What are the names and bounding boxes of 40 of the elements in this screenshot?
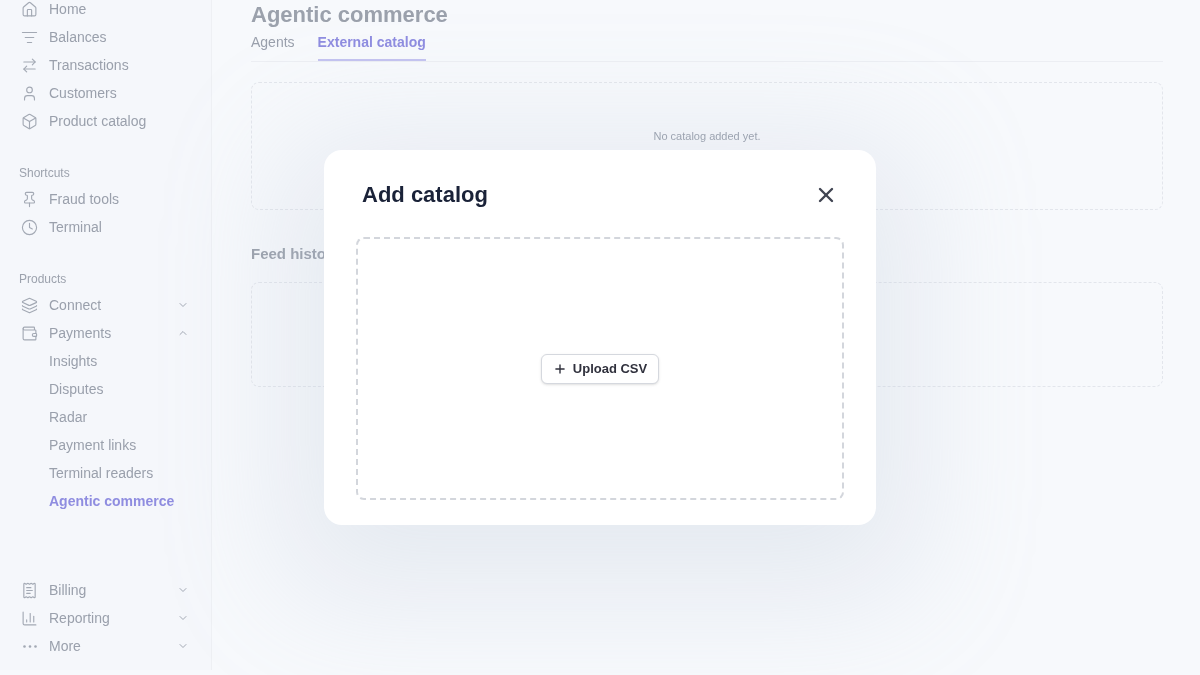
arrows-icon (21, 56, 38, 74)
sidebar-item[interactable]: Radar (49, 406, 88, 428)
sidebar-item[interactable]: More (49, 635, 81, 657)
more-icon (22, 644, 37, 648)
sidebar-item[interactable]: Connect (49, 294, 102, 316)
sidebar-item[interactable]: Product catalog (49, 110, 147, 132)
box-icon (21, 112, 38, 130)
sidebar-item[interactable]: Home (49, 0, 87, 20)
sidebar-item[interactable]: Insights (49, 350, 98, 372)
sidebar-item[interactable]: Fraud tools (49, 188, 120, 210)
tab[interactable]: Agents (251, 32, 295, 61)
plus-icon (552, 361, 567, 376)
receipt-icon (21, 581, 38, 599)
section-heading: Shortcuts (19, 165, 70, 182)
sidebar-item[interactable]: Billing (49, 579, 87, 601)
sidebar-item[interactable]: Balances (49, 26, 107, 48)
sidebar-item[interactable]: Terminal readers (49, 462, 154, 484)
home-icon (21, 0, 38, 18)
person-icon (21, 84, 38, 102)
drop-zone[interactable]: Upload CSV (356, 237, 844, 500)
dialog-title: Add catalog (362, 181, 488, 209)
clock-icon (21, 218, 38, 236)
pin-icon (21, 190, 38, 208)
section-heading: Feed histo (251, 244, 326, 264)
sidebar-item[interactable]: Terminal (49, 216, 102, 238)
sidebar-item[interactable]: Disputes (49, 378, 104, 400)
sidebar-item[interactable]: Customers (49, 82, 117, 104)
tab[interactable]: External catalog (317, 32, 426, 61)
bar-chart-icon (21, 609, 38, 627)
empty-message: No catalog added yet. (653, 129, 761, 144)
sidebar-item[interactable]: Transactions (49, 54, 129, 76)
wallet-icon (21, 324, 38, 342)
layers-icon (21, 296, 38, 314)
upload-button[interactable]: Upload CSV (540, 353, 660, 384)
sidebar-item[interactable]: Reporting (49, 607, 110, 629)
sidebar-item[interactable]: Agentic commerce (49, 490, 175, 512)
page-title: Agentic commerce (251, 2, 448, 28)
sidebar-item[interactable]: Payment links (49, 434, 137, 456)
section-heading: Products (19, 271, 67, 288)
sidebar-item[interactable]: Payments (49, 322, 112, 344)
